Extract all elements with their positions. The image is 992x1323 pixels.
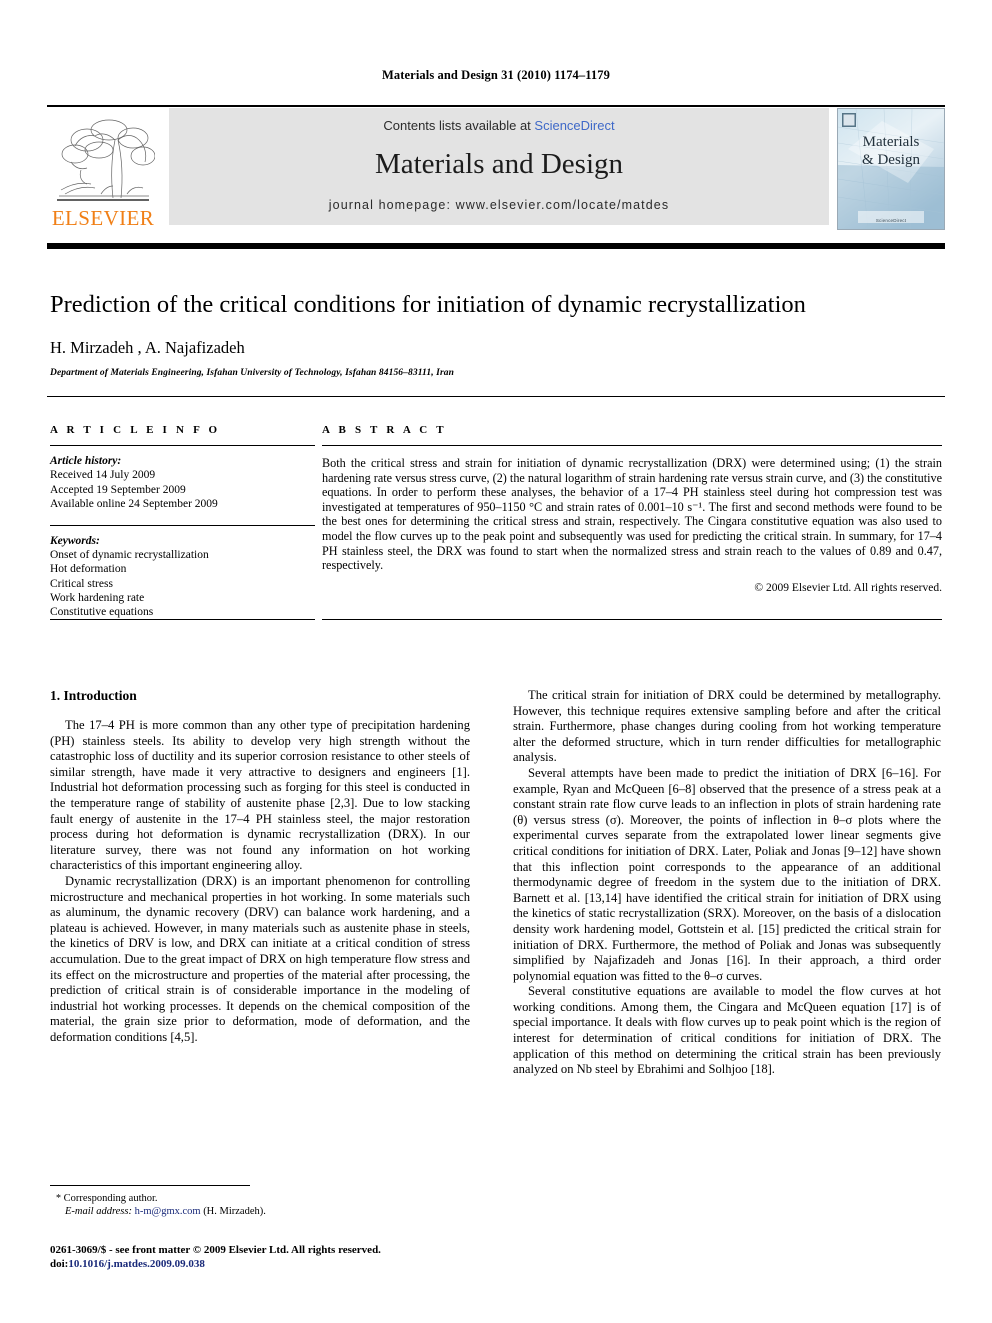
keyword-item: Hot deformation	[50, 563, 127, 576]
keyword-item: Critical stress	[50, 577, 113, 590]
abstract-column: A B S T R A C T Both the critical stress…	[322, 424, 942, 594]
article-page: Materials and Design 31 (2010) 1174–1179	[0, 0, 992, 1323]
history-item: Accepted 19 September 2009	[50, 483, 186, 496]
email-label: E-mail address:	[65, 1206, 132, 1217]
header-top-rule	[47, 105, 945, 107]
elsevier-tree-icon	[51, 110, 155, 206]
keywords-label: Keywords:	[50, 535, 100, 547]
cover-footer-text: ScienceDirect	[875, 218, 907, 223]
cover-title: Materials & Design	[838, 133, 944, 169]
elsevier-logo: ELSEVIER	[47, 108, 159, 232]
page-title: Prediction of the critical conditions fo…	[50, 291, 806, 318]
corresponding-author-line: * Corresponding author.	[56, 1192, 476, 1205]
keywords-group: Keywords: Onset of dynamic recrystalliza…	[50, 534, 315, 619]
section-heading-introduction: 1. Introduction	[50, 688, 137, 703]
abstract-heading: A B S T R A C T	[322, 424, 447, 436]
keywords-rule	[50, 524, 315, 526]
journal-title: Materials and Design	[374, 148, 624, 180]
keyword-item: Onset of dynamic recrystallization	[50, 549, 209, 562]
journal-cover-thumbnail: Materials & Design ScienceDirect	[837, 108, 945, 230]
author-list: H. Mirzadeh , A. Najafizadeh	[50, 338, 940, 358]
email-owner: (H. Mirzadeh).	[203, 1206, 266, 1217]
sciencedirect-link[interactable]: ScienceDirect	[534, 118, 614, 133]
doi-link[interactable]: 10.1016/j.matdes.2009.09.038	[68, 1258, 205, 1270]
contents-available-line: Contents lists available at ScienceDirec…	[169, 118, 829, 133]
asterisk-marker: *	[56, 1193, 61, 1204]
journal-homepage[interactable]: journal homepage: www.elsevier.com/locat…	[169, 198, 829, 212]
keyword-item: Constitutive equations	[50, 606, 154, 619]
doi-label: doi:	[50, 1258, 69, 1270]
paragraph: The critical strain for initiation of DR…	[513, 688, 941, 765]
running-head: Materials and Design 31 (2010) 1174–1179	[382, 68, 610, 82]
footnote-rule	[50, 1185, 250, 1186]
issn-block: 0261-3069/$ - see front matter © 2009 El…	[50, 1243, 480, 1271]
header-thick-divider	[47, 243, 945, 249]
paragraph: Several attempts have been made to predi…	[513, 765, 941, 983]
paragraph: Several constitutive equations are avail…	[513, 984, 941, 1077]
elsevier-wordmark: ELSEVIER	[51, 206, 155, 230]
email-link[interactable]: h-m@gmx.com	[135, 1206, 201, 1217]
article-info-bottom-rule	[50, 619, 315, 621]
email-line: E-mail address: h-m@gmx.com (H. Mirzadeh…	[56, 1205, 476, 1218]
article-info-column: A R T I C L E I N F O Article history: R…	[50, 424, 315, 619]
abstract-text: Both the critical stress and strain for …	[322, 456, 942, 573]
corresponding-author-text: Corresponding author.	[63, 1193, 158, 1204]
issn-line: 0261-3069/$ - see front matter © 2009 El…	[50, 1244, 381, 1256]
article-history-label: Article history:	[50, 455, 122, 468]
paragraph: The 17–4 PH is more common than any othe…	[50, 718, 470, 873]
cover-title-line2: & Design	[862, 152, 920, 168]
article-info-rule	[50, 445, 315, 447]
history-item: Received 14 July 2009	[50, 469, 156, 482]
affiliation-rule	[47, 396, 945, 398]
keyword-item: Work hardening rate	[50, 591, 145, 604]
abstract-copyright: © 2009 Elsevier Ltd. All rights reserved…	[754, 581, 942, 594]
footnote-block: * Corresponding author. E-mail address: …	[56, 1192, 476, 1218]
paragraph: Dynamic recrystallization (DRX) is an im…	[50, 873, 470, 1044]
article-info-heading: A R T I C L E I N F O	[50, 424, 221, 436]
authors-names: H. Mirzadeh , A. Najafizadeh	[50, 338, 245, 357]
body-left-column: 1. Introduction The 17–4 PH is more comm…	[50, 688, 470, 1045]
abstract-bottom-rule	[322, 619, 942, 621]
body-right-column: The critical strain for initiation of DR…	[513, 688, 941, 1078]
contents-prefix: Contents lists available at	[383, 118, 535, 133]
affiliation: Department of Materials Engineering, Isf…	[50, 368, 454, 378]
article-history-group: Article history: Received 14 July 2009 A…	[50, 454, 315, 511]
journal-header-band: ELSEVIER Contents lists available at Sci…	[47, 108, 945, 232]
doi-line: doi:10.1016/j.matdes.2009.09.038	[50, 1257, 480, 1271]
journal-info-band: Contents lists available at ScienceDirec…	[169, 108, 829, 225]
cover-title-line1: Materials	[862, 134, 920, 150]
history-item: Available online 24 September 2009	[50, 497, 218, 510]
abstract-rule	[322, 445, 942, 447]
